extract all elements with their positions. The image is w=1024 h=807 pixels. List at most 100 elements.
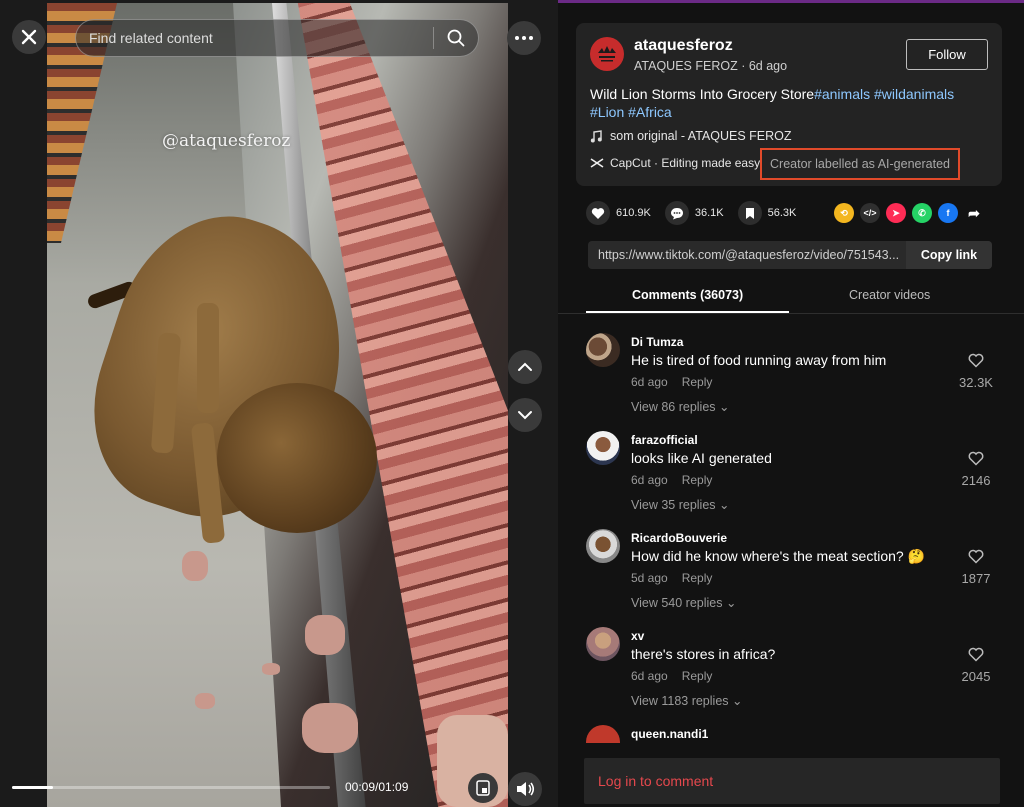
- tab-creator-videos[interactable]: Creator videos: [849, 288, 930, 302]
- lion-leg: [197, 303, 219, 413]
- comment-text: How did he know where's the meat section…: [631, 548, 926, 564]
- video-player[interactable]: @ataquesferoz: [47, 3, 508, 807]
- comment-like-button[interactable]: 32.3K: [946, 353, 1006, 390]
- comment-text: looks like AI generated: [631, 450, 772, 466]
- tab-comments[interactable]: Comments (36073): [632, 288, 743, 302]
- capcut-link[interactable]: CapCut · Editing made easy: [590, 156, 760, 170]
- whatsapp-icon[interactable]: ✆: [912, 203, 932, 223]
- sound-link[interactable]: som original - ATAQUES FEROZ: [590, 129, 792, 143]
- copy-link-button[interactable]: Copy link: [906, 241, 992, 269]
- commenter-name[interactable]: queen.nandi1: [631, 727, 708, 741]
- volume-button[interactable]: [508, 772, 542, 806]
- embed-icon[interactable]: </>: [860, 203, 880, 223]
- view-replies-label: View 86 replies: [631, 400, 716, 414]
- comment-age: 6d ago: [631, 473, 668, 487]
- facebook-icon[interactable]: f: [938, 203, 958, 223]
- share-link-box: https://www.tiktok.com/@ataquesferoz/vid…: [588, 241, 992, 269]
- previous-video-button[interactable]: [508, 350, 542, 384]
- pip-icon: [476, 780, 490, 796]
- author-display-name: ATAQUES FEROZ: [634, 59, 738, 73]
- share-arrow-icon[interactable]: ➦: [964, 203, 984, 223]
- search-icon[interactable]: [434, 29, 478, 47]
- panel-tabs: Comments (36073) Creator videos: [558, 280, 1024, 314]
- comment-meta: 6d ago Reply: [631, 669, 712, 683]
- commenter-avatar[interactable]: [586, 725, 620, 743]
- ai-generated-label: Creator labelled as AI-generated: [760, 148, 960, 180]
- login-to-comment-bar[interactable]: Log in to comment: [584, 758, 1000, 804]
- share-url[interactable]: https://www.tiktok.com/@ataquesferoz/vid…: [588, 248, 906, 262]
- video-progress-fill: [12, 786, 54, 789]
- comment-button[interactable]: 36.1K: [664, 201, 724, 225]
- commenter-name[interactable]: Di Tumza: [631, 335, 683, 349]
- view-replies-button[interactable]: View 86 replies ⌄: [631, 399, 730, 414]
- comment-icon: [664, 201, 689, 225]
- view-replies-label: View 540 replies: [631, 596, 723, 610]
- side-panel: ataquesferoz ATAQUES FEROZ · 6d ago Foll…: [558, 3, 1024, 807]
- comment-item: queen.nandi1: [586, 725, 1016, 743]
- repost-icon[interactable]: ⟲: [834, 203, 854, 223]
- engagement-stats: 610.9K 36.1K 56.3K: [586, 201, 810, 225]
- view-replies-button[interactable]: View 1183 replies ⌄: [631, 693, 742, 708]
- comment-like-button[interactable]: 2045: [946, 647, 1006, 684]
- commenter-avatar[interactable]: [586, 333, 620, 367]
- heart-icon: [586, 201, 610, 225]
- comment-like-count: 32.3K: [959, 375, 993, 390]
- hashtags-line-2[interactable]: #Lion #Africa: [590, 104, 672, 120]
- author-logo: [598, 46, 616, 62]
- heart-outline-icon: [968, 549, 984, 564]
- chevron-up-icon: [518, 362, 532, 371]
- comment-like-button[interactable]: 1877: [946, 549, 1006, 586]
- comment-like-count: 2045: [961, 669, 991, 684]
- video-time: 00:09/01:09: [345, 780, 409, 794]
- author-meta: ATAQUES FEROZ · 6d ago: [634, 59, 788, 73]
- post-info-card: ataquesferoz ATAQUES FEROZ · 6d ago Foll…: [576, 23, 1002, 186]
- view-replies-button[interactable]: View 35 replies ⌄: [631, 497, 730, 512]
- commenter-avatar[interactable]: [586, 627, 620, 661]
- follow-button[interactable]: Follow: [906, 39, 988, 70]
- save-button[interactable]: 56.3K: [737, 201, 797, 225]
- meat-piece: [305, 615, 345, 655]
- reply-button[interactable]: Reply: [682, 571, 713, 585]
- view-replies-label: View 1183 replies: [631, 694, 729, 708]
- author-username[interactable]: ataquesferoz: [634, 37, 733, 55]
- comment-like-button[interactable]: 2146: [946, 451, 1006, 488]
- comment-text: He is tired of food running away from hi…: [631, 352, 887, 368]
- speaker-icon: [517, 782, 535, 796]
- save-count: 56.3K: [767, 207, 797, 219]
- reply-button[interactable]: Reply: [682, 473, 713, 487]
- meat-piece: [195, 693, 215, 709]
- commenter-name[interactable]: farazofficial: [631, 433, 698, 447]
- like-button[interactable]: 610.9K: [586, 201, 651, 225]
- post-age: 6d ago: [748, 59, 788, 73]
- more-options-button[interactable]: [507, 21, 541, 55]
- view-replies-button[interactable]: View 540 replies ⌄: [631, 595, 736, 610]
- video-pane: @ataquesferoz Find related content 00:09…: [0, 0, 558, 807]
- picture-in-picture-button[interactable]: [468, 773, 498, 803]
- next-video-button[interactable]: [508, 398, 542, 432]
- commenter-name[interactable]: xv: [631, 629, 644, 643]
- comment-count: 36.1K: [694, 207, 724, 219]
- commenter-avatar[interactable]: [586, 431, 620, 465]
- search-input[interactable]: Find related content: [75, 19, 479, 57]
- comment-age: 6d ago: [631, 669, 668, 683]
- video-watermark: @ataquesferoz: [162, 131, 291, 151]
- hashtags-line-1[interactable]: #animals #wildanimals: [814, 86, 954, 102]
- comment-meta: 6d ago Reply: [631, 375, 712, 389]
- reply-button[interactable]: Reply: [682, 375, 713, 389]
- lion-head: [217, 383, 377, 533]
- search-placeholder: Find related content: [89, 30, 213, 46]
- close-button[interactable]: [12, 20, 46, 54]
- capcut-text: CapCut · Editing made easy: [610, 156, 761, 170]
- comment-text: there's stores in africa?: [631, 646, 776, 662]
- reply-button[interactable]: Reply: [682, 669, 713, 683]
- like-count: 610.9K: [616, 207, 651, 219]
- commenter-avatar[interactable]: [586, 529, 620, 563]
- active-tab-indicator: [586, 311, 789, 313]
- bookmark-icon: [737, 201, 762, 225]
- sound-name: som original - ATAQUES FEROZ: [610, 129, 792, 143]
- meat-piece: [182, 551, 208, 581]
- send-icon[interactable]: ➤: [886, 203, 906, 223]
- author-avatar[interactable]: [590, 37, 624, 71]
- video-progress-bar[interactable]: [12, 786, 330, 789]
- commenter-name[interactable]: RicardoBouverie: [631, 531, 727, 545]
